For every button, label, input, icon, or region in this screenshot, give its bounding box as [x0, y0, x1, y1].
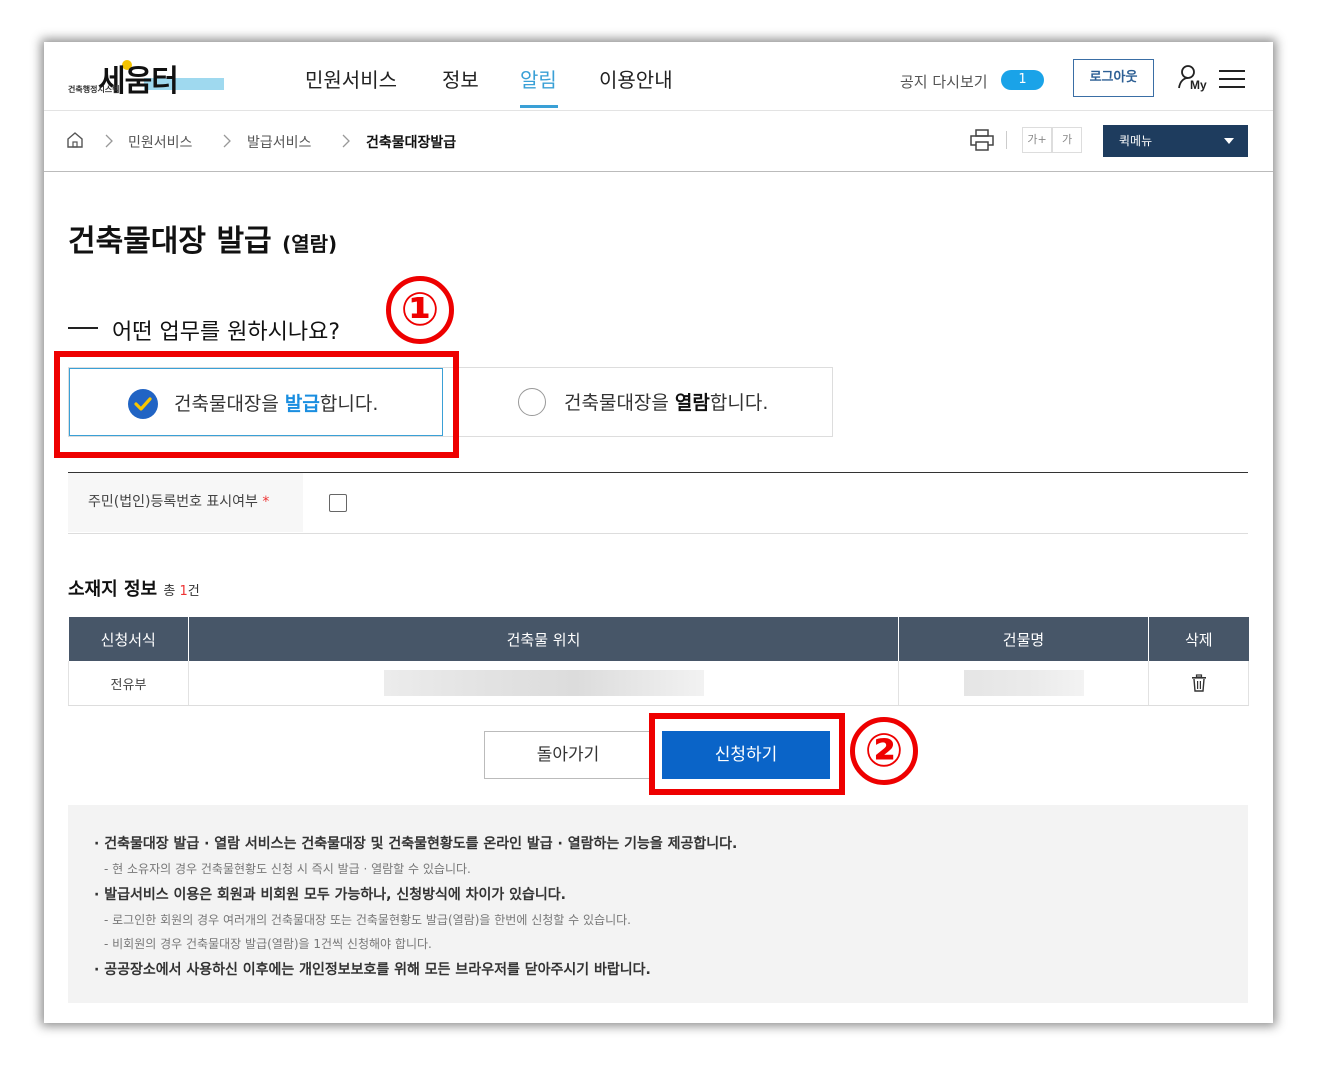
cell-form-type: 전유부 — [68, 661, 189, 706]
question-dash — [68, 327, 98, 329]
breadcrumb-current: 건축물대장발급 — [366, 135, 457, 151]
page-title-suffix: (열람) — [282, 232, 338, 256]
option-view-label: 건축물대장을 열람합니다. — [564, 392, 769, 414]
column-header-building-location: 건축물 위치 — [188, 617, 899, 661]
cell-building-location — [188, 661, 899, 706]
question-heading: 어떤 업무를 원하시나요? — [112, 320, 341, 345]
rrn-display-checkbox[interactable] — [329, 494, 347, 512]
info-line: · 공공장소에서 사용하신 이후에는 개인정보보호를 위해 모든 브라우저를 닫… — [94, 962, 651, 978]
location-table: 신청서식 건축물 위치 건물명 삭제 전유부 — [68, 617, 1249, 706]
rrn-display-row: 주민(법인)등록번호 표시여부 * — [68, 472, 1248, 534]
logout-button[interactable]: 로그아웃 — [1073, 59, 1154, 97]
rrn-display-label: 주민(법인)등록번호 표시여부 * — [68, 473, 303, 532]
nav-item-info[interactable]: 정보 — [442, 64, 479, 93]
info-subline: - 비회원의 경우 건축물대장 발급(열람)을 1건씩 신청해야 합니다. — [104, 937, 432, 951]
highlight-box-apply — [649, 713, 845, 795]
nav-active-indicator — [520, 105, 558, 108]
redacted-location — [383, 670, 704, 696]
site-logo[interactable]: 세움터 건축행정시스템 — [68, 56, 224, 100]
table-header-row: 신청서식 건축물 위치 건물명 삭제 — [68, 617, 1249, 661]
info-line: · 발급서비스 이용은 회원과 비회원 모두 가능하나, 신청방식에 차이가 있… — [94, 887, 566, 903]
nav-item-notice[interactable]: 알림 — [520, 64, 557, 93]
font-decrease-button[interactable]: 가 — [1052, 127, 1082, 153]
user-icon: My — [1178, 65, 1207, 92]
print-icon[interactable] — [970, 129, 994, 151]
hamburger-menu-icon[interactable] — [1219, 69, 1245, 89]
logo-subtitle: 건축행정시스템 — [68, 85, 120, 94]
notice-replay-label[interactable]: 공지 다시보기 — [900, 71, 988, 92]
highlight-box-option — [54, 351, 459, 458]
nav-item-civil-service[interactable]: 민원서비스 — [305, 64, 397, 93]
location-section-title: 소재지 정보 총 1건 — [68, 579, 200, 600]
column-header-form-type: 신청서식 — [68, 617, 189, 661]
site-header: 세움터 건축행정시스템 민원서비스 정보 알림 이용안내 공지 다시보기 1 로… — [44, 42, 1273, 111]
back-button[interactable]: 돌아가기 — [484, 731, 652, 779]
step-marker-2: ② — [850, 717, 918, 785]
browser-frame: 세움터 건축행정시스템 민원서비스 정보 알림 이용안내 공지 다시보기 1 로… — [44, 42, 1273, 1023]
quick-menu-label: 퀵메뉴 — [1119, 134, 1153, 148]
breadcrumb-item-civil-service[interactable]: 민원서비스 — [128, 132, 192, 152]
quick-menu-select[interactable]: 퀵메뉴 — [1103, 125, 1248, 157]
location-count: 총 1건 — [163, 584, 200, 599]
table-row: 전유부 — [68, 661, 1249, 706]
cell-building-name — [898, 661, 1149, 706]
column-header-building-name: 건물명 — [898, 617, 1149, 661]
redacted-building-name — [963, 670, 1084, 696]
notice-count-badge[interactable]: 1 — [1001, 70, 1044, 90]
font-increase-button[interactable]: 가+ — [1022, 127, 1052, 153]
radio-unchecked-icon — [518, 388, 546, 416]
info-subline: - 현 소유자의 경우 건축물현황도 신청 시 즉시 발급 · 열람할 수 있습… — [104, 862, 471, 876]
home-icon[interactable] — [66, 131, 84, 149]
my-page-icon[interactable]: My — [1177, 64, 1209, 94]
option-view[interactable]: 건축물대장을 열람합니다. — [443, 368, 832, 436]
caret-down-icon — [1224, 138, 1234, 144]
info-line: · 건축물대장 발급 · 열람 서비스는 건축물대장 및 건축물현황도를 온라인… — [94, 836, 738, 852]
breadcrumb-bar: 민원서비스 발급서비스 건축물대장발급 가+ 가 퀵메뉴 — [44, 111, 1273, 172]
step-marker-1: ① — [386, 276, 454, 344]
chevron-right-icon — [341, 133, 351, 148]
my-label: My — [1190, 78, 1207, 92]
nav-item-guide[interactable]: 이용안내 — [599, 64, 673, 93]
info-subline: - 로그인한 회원의 경우 여러개의 건축물대장 또는 건축물현황도 발급(열람… — [104, 913, 631, 927]
page-title-main: 건축물대장 발급 — [68, 224, 272, 259]
required-mark: * — [262, 494, 270, 510]
info-notice-box: · 건축물대장 발급 · 열람 서비스는 건축물대장 및 건축물현황도를 온라인… — [68, 805, 1248, 1003]
chevron-right-icon — [222, 133, 232, 148]
breadcrumb-item-issue-service[interactable]: 발급서비스 — [247, 132, 311, 152]
page-title: 건축물대장 발급 (열람) — [68, 216, 337, 260]
chevron-right-icon — [104, 133, 114, 148]
trash-icon[interactable] — [1191, 674, 1207, 692]
cell-delete — [1148, 661, 1249, 706]
column-header-delete: 삭제 — [1148, 617, 1249, 661]
divider — [1006, 131, 1007, 149]
